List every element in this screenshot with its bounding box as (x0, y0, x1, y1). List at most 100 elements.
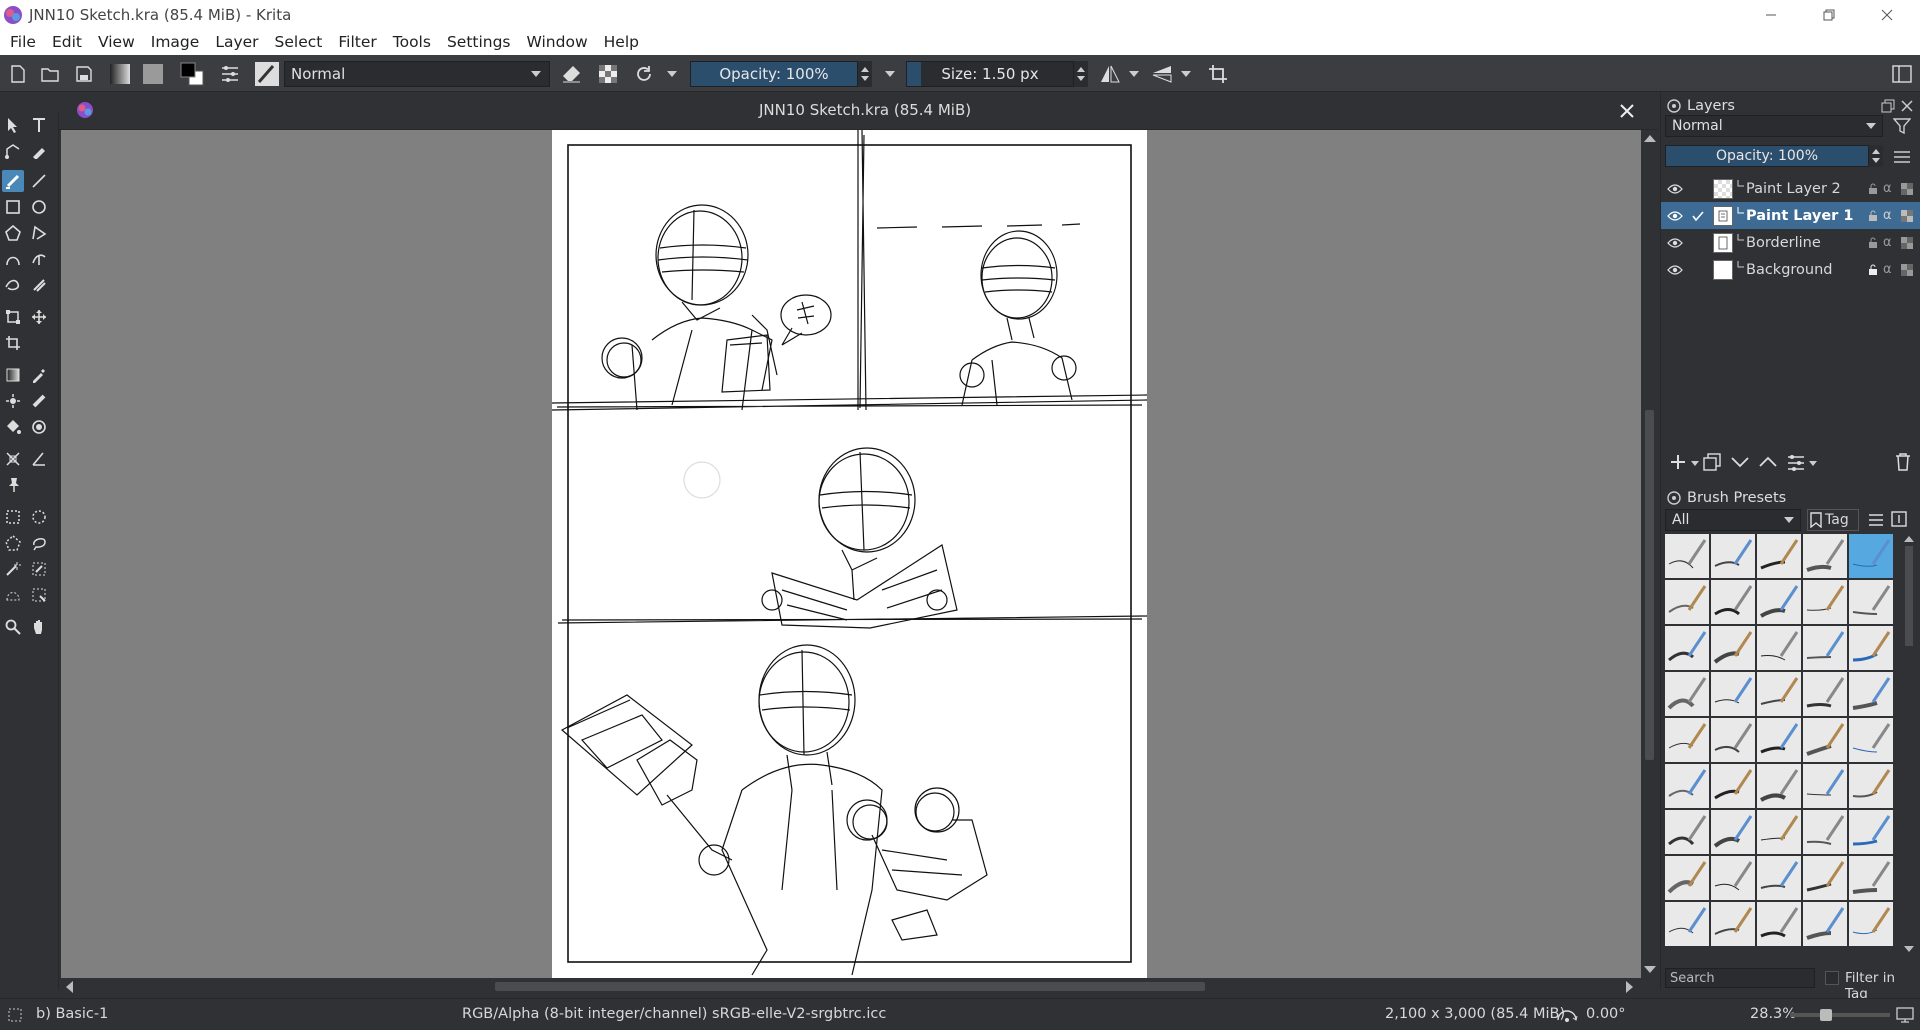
polygon-tool[interactable] (2, 222, 24, 244)
preserve-alpha-button[interactable] (596, 62, 620, 86)
canvas-area[interactable] (61, 130, 1641, 978)
alpha-inherit-icon[interactable]: α (1883, 208, 1892, 223)
brush-preset-tile[interactable] (1665, 856, 1709, 900)
alpha-inherit-icon[interactable]: α (1883, 262, 1892, 277)
brush-preset-tile[interactable] (1803, 856, 1847, 900)
duplicate-layer-icon[interactable] (1703, 453, 1721, 471)
brush-preset-button[interactable] (254, 62, 280, 86)
brush-preset-tile[interactable] (1665, 534, 1709, 578)
chevron-down-icon[interactable] (1691, 461, 1699, 466)
menu-help[interactable]: Help (596, 33, 647, 51)
freehand-selection-tool[interactable] (28, 532, 50, 554)
opacity-slider[interactable]: Opacity: 100% (690, 61, 858, 87)
assistant-tool[interactable] (2, 448, 24, 470)
mirror-vertical-dropdown[interactable] (1178, 62, 1194, 86)
freehand-path-tool[interactable] (28, 248, 50, 270)
layer-opacity-slider[interactable]: Opacity: 100% (1665, 145, 1869, 167)
color-profile-info[interactable]: RGB/Alpha (8-bit integer/channel) sRGB-e… (462, 1006, 886, 1022)
brush-preset-tile[interactable] (1849, 810, 1893, 854)
open-document-button[interactable] (38, 62, 62, 86)
layer-row[interactable]: Borderline α (1661, 229, 1920, 256)
blend-mode-select[interactable]: Normal (284, 61, 550, 87)
float-docker-icon[interactable] (1881, 99, 1895, 113)
multibrush-tool[interactable] (28, 274, 50, 296)
opacity-options-dropdown[interactable] (882, 62, 898, 86)
menu-select[interactable]: Select (267, 33, 331, 51)
brush-preset-tile[interactable] (1711, 764, 1755, 808)
scroll-right-icon[interactable] (1626, 981, 1634, 993)
alpha-lock-icon[interactable] (1901, 182, 1913, 195)
menu-edit[interactable]: Edit (44, 33, 90, 51)
brush-preset-tile[interactable] (1849, 718, 1893, 762)
brush-preset-tile[interactable] (1849, 902, 1893, 946)
brush-preset-tile[interactable] (1757, 672, 1801, 716)
polygonal-selection-tool[interactable] (2, 532, 24, 554)
brush-preset-tile[interactable] (1803, 580, 1847, 624)
brush-preset-tile[interactable] (1757, 580, 1801, 624)
polyline-tool[interactable] (28, 222, 50, 244)
brush-preset-tile[interactable] (1665, 672, 1709, 716)
layer-row[interactable]: Background α (1661, 256, 1920, 283)
menu-window[interactable]: Window (519, 33, 596, 51)
brush-preset-tile[interactable] (1849, 764, 1893, 808)
alpha-lock-icon[interactable] (1901, 209, 1913, 222)
rotation-value[interactable]: 0.00° (1586, 1006, 1626, 1022)
pattern-selector[interactable] (141, 62, 165, 86)
color-picker-tool[interactable] (28, 364, 50, 386)
scroll-down-icon[interactable] (1904, 946, 1914, 952)
eye-visible-icon[interactable] (1667, 183, 1683, 195)
freehand-brush-tool[interactable] (2, 170, 24, 192)
opacity-spinner[interactable] (858, 61, 872, 87)
similar-color-selection-tool[interactable] (28, 558, 50, 580)
select-shapes-tool[interactable] (2, 114, 24, 136)
mirror-horizontal-dropdown[interactable] (1126, 62, 1142, 86)
alpha-inherit-icon[interactable]: α (1883, 235, 1892, 250)
transform-tool[interactable] (2, 306, 24, 328)
layer-blend-mode-select[interactable]: Normal (1665, 115, 1883, 137)
brush-preset-tile[interactable] (1711, 672, 1755, 716)
alpha-lock-icon[interactable] (1901, 236, 1913, 249)
horizontal-scrollbar[interactable] (61, 978, 1641, 995)
scroll-up-icon[interactable] (1904, 536, 1914, 542)
chevron-down-icon[interactable] (1809, 461, 1817, 466)
list-view-icon[interactable] (1868, 513, 1884, 527)
brush-preset-tile[interactable] (1757, 764, 1801, 808)
brush-grid-scrollbar[interactable] (1903, 534, 1915, 959)
document-tab-title[interactable]: JNN10 Sketch.kra (85.4 MiB) (759, 101, 971, 119)
mirror-vertical-button[interactable] (1150, 62, 1174, 86)
menu-tools[interactable]: Tools (385, 33, 439, 51)
minimize-button[interactable] (1742, 0, 1800, 29)
brush-preset-tile[interactable] (1803, 718, 1847, 762)
lock-icon[interactable] (1867, 210, 1879, 222)
save-button[interactable] (72, 62, 96, 86)
dynamic-brush-tool[interactable] (2, 274, 24, 296)
brush-preset-tile[interactable] (1665, 902, 1709, 946)
menu-file[interactable]: File (0, 33, 44, 51)
layer-filter-icon[interactable] (1893, 117, 1911, 135)
mirror-horizontal-button[interactable] (1098, 62, 1122, 86)
rotation-icon[interactable] (1556, 1008, 1578, 1022)
magnetic-selection-tool[interactable] (28, 584, 50, 606)
lock-icon[interactable] (1867, 237, 1879, 249)
menu-filter[interactable]: Filter (330, 33, 384, 51)
brush-preset-tile[interactable] (1803, 902, 1847, 946)
layer-row[interactable]: Paint Layer 2 α (1661, 175, 1920, 202)
move-layer-down-icon[interactable] (1731, 456, 1749, 468)
scroll-up-icon[interactable] (1644, 134, 1656, 142)
wrap-around-button[interactable] (1206, 62, 1230, 86)
horizontal-scroll-thumb[interactable] (495, 982, 1205, 991)
contiguous-selection-tool[interactable] (2, 558, 24, 580)
brush-scroll-thumb[interactable] (1905, 546, 1913, 646)
brush-preset-tile[interactable] (1803, 810, 1847, 854)
fill-tool[interactable] (2, 416, 24, 438)
canvas-only-icon[interactable] (1896, 1007, 1914, 1023)
brush-preset-tile[interactable] (1757, 856, 1801, 900)
docker-lock-icon[interactable] (1667, 491, 1681, 505)
add-layer-icon[interactable] (1669, 453, 1687, 471)
delete-layer-icon[interactable] (1895, 453, 1911, 471)
crop-tool[interactable] (2, 332, 24, 354)
brush-preset-tile[interactable] (1711, 580, 1755, 624)
eye-visible-icon[interactable] (1667, 210, 1683, 222)
layer-menu-icon[interactable] (1893, 150, 1911, 164)
close-window-button[interactable] (1858, 0, 1916, 29)
